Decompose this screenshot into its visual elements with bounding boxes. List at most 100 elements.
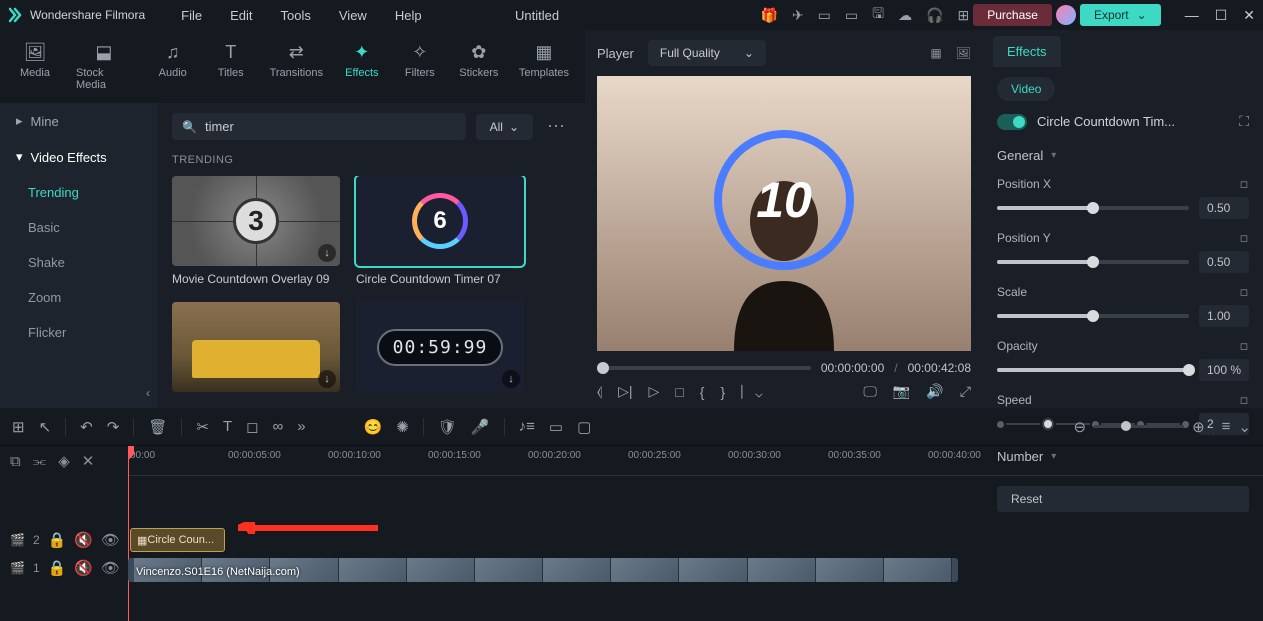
tab-stickers[interactable]: ✿Stickers xyxy=(453,38,505,95)
split-icon[interactable]: ✂ xyxy=(196,418,209,436)
maximize-button[interactable]: ☐ xyxy=(1215,7,1228,24)
keyframe-icon[interactable]: ◇ xyxy=(1236,284,1252,300)
text-tool-icon[interactable]: T xyxy=(223,418,232,435)
tab-audio[interactable]: ♫Audio xyxy=(148,38,198,95)
category-trending[interactable]: Trending xyxy=(12,175,158,210)
list-view-icon[interactable]: ≡ xyxy=(1222,418,1231,435)
gift-icon[interactable]: 🎁 xyxy=(761,7,778,24)
zoom-in-icon[interactable]: ⊕ xyxy=(1192,418,1205,436)
scrub-bar[interactable] xyxy=(597,366,811,370)
delete-icon[interactable]: 🗑 xyxy=(148,418,167,436)
stop-icon[interactable]: □ xyxy=(675,384,683,400)
menu-file[interactable]: File xyxy=(169,4,214,27)
effect-thumbnail[interactable]: 00:59:99 ↓ xyxy=(356,302,524,392)
category-flicker[interactable]: Flicker xyxy=(12,315,158,350)
record-pane-icon[interactable]: ▭ xyxy=(549,418,563,436)
download-icon[interactable]: ↓ xyxy=(318,370,336,388)
effect-card[interactable]: ◆ 3 ↓ Movie Countdown Overlay 09 xyxy=(172,176,340,286)
play-icon[interactable]: ▷ xyxy=(649,383,660,400)
search-box[interactable]: 🔍 xyxy=(172,113,466,140)
more-options[interactable]: ⋯ xyxy=(543,116,571,137)
keyframe-icon[interactable]: ◇ xyxy=(1236,176,1252,192)
redo-icon[interactable]: ↷ xyxy=(107,418,120,436)
mark-out-icon[interactable]: } xyxy=(720,384,725,400)
position-y-value[interactable]: 0.50 xyxy=(1199,251,1249,273)
keyframe-icon[interactable]: ◇ xyxy=(1236,230,1252,246)
apps-icon[interactable]: ⊞ xyxy=(958,7,970,24)
add-track-icon[interactable]: ⊞ xyxy=(12,418,25,436)
scale-value[interactable]: 1.00 xyxy=(1199,305,1249,327)
category-zoom[interactable]: Zoom xyxy=(12,280,158,315)
position-x-value[interactable]: 0.50 xyxy=(1199,197,1249,219)
magnet-icon[interactable]: ⧉ xyxy=(10,453,21,470)
download-icon[interactable]: ↓ xyxy=(318,244,336,262)
snapshot-icon[interactable]: 🖼 xyxy=(956,46,971,60)
video-preview[interactable]: 10 xyxy=(597,76,971,351)
close-button[interactable]: ✕ xyxy=(1243,7,1255,24)
marker-icon[interactable]: ▢ xyxy=(577,418,591,436)
effect-card[interactable]: 6 Circle Countdown Timer 07 xyxy=(356,176,524,286)
tab-effects[interactable]: ✦Effects xyxy=(337,38,387,95)
play-backward-icon[interactable]: ▷| xyxy=(618,383,632,400)
sidebar-video-effects[interactable]: ▾Video Effects xyxy=(0,139,158,175)
fullscreen-icon[interactable]: ⤢ xyxy=(960,383,971,400)
visibility-icon[interactable]: 👁 xyxy=(101,559,120,577)
camera-icon[interactable]: 📷 xyxy=(893,383,910,400)
effect-enable-toggle[interactable] xyxy=(997,114,1027,130)
user-avatar[interactable] xyxy=(1056,5,1076,25)
effect-card[interactable]: 00:59:99 ↓ xyxy=(356,302,524,392)
video-track[interactable]: Vincenzo.S01E16 (NetNaija.com) xyxy=(128,556,1263,590)
effect-thumbnail[interactable]: ◆ 3 ↓ xyxy=(172,176,340,266)
opacity-slider[interactable] xyxy=(997,368,1189,372)
enhance-icon[interactable]: ✺ xyxy=(396,418,409,436)
mute-icon[interactable]: 🔇 xyxy=(74,531,93,549)
more-tools-icon[interactable]: » xyxy=(297,418,305,435)
position-x-slider[interactable] xyxy=(997,206,1189,210)
expand-icon[interactable]: ⛶ xyxy=(1239,113,1249,130)
crop-icon[interactable]: ◻ xyxy=(246,418,258,436)
audio-mix-icon[interactable]: ♪≡ xyxy=(519,418,535,435)
tab-templates[interactable]: ▦Templates xyxy=(513,38,575,95)
send-icon[interactable]: ✈ xyxy=(792,7,804,24)
video-clip[interactable]: Vincenzo.S01E16 (NetNaija.com) xyxy=(128,558,958,582)
position-y-slider[interactable] xyxy=(997,260,1189,264)
ripple-icon[interactable]: ✕ xyxy=(82,452,95,470)
effect-card[interactable]: ↓ xyxy=(172,302,340,392)
menu-tools[interactable]: Tools xyxy=(269,4,323,27)
sub-tab-video[interactable]: Video xyxy=(997,77,1055,101)
download-icon[interactable]: ↓ xyxy=(502,370,520,388)
shield-icon[interactable]: 🛡 xyxy=(438,418,457,436)
select-tool-icon[interactable]: ↖ xyxy=(39,418,52,436)
undo-icon[interactable]: ↶ xyxy=(80,418,93,436)
settings-dropdown-icon[interactable]: ⌄ xyxy=(1238,418,1251,436)
lock-icon[interactable]: 🔒 xyxy=(48,559,67,577)
zoom-out-icon[interactable]: ⊖ xyxy=(1074,418,1087,436)
tab-media[interactable]: 🖼Media xyxy=(10,38,60,95)
volume-icon[interactable]: 🔊 xyxy=(926,383,943,400)
category-basic[interactable]: Basic xyxy=(12,210,158,245)
keyframe-icon[interactable]: ◇ xyxy=(1236,392,1252,408)
compare-view-icon[interactable]: ▦ xyxy=(930,46,941,60)
cloud-icon[interactable]: ☁ xyxy=(898,7,912,24)
visibility-icon[interactable]: 👁 xyxy=(101,531,120,549)
mic-icon[interactable]: 🎤 xyxy=(471,418,490,436)
message-icon[interactable]: ▭ xyxy=(818,7,831,24)
section-general[interactable]: General▾ xyxy=(983,140,1263,171)
marker-tool-icon[interactable]: ◈ xyxy=(58,452,70,470)
effect-thumbnail[interactable]: 6 xyxy=(356,176,524,266)
save-icon[interactable]: 🖫 xyxy=(872,3,884,27)
scrub-handle[interactable] xyxy=(597,362,609,374)
timeline-ruler[interactable]: 00:00 00:00:05:00 00:00:10:00 00:00:15:0… xyxy=(128,446,1263,476)
zoom-slider[interactable] xyxy=(1094,425,1184,428)
export-button[interactable]: Export⌄ xyxy=(1080,4,1161,26)
link-tracks-icon[interactable]: ⫘ xyxy=(33,453,47,470)
minimize-button[interactable]: — xyxy=(1185,7,1199,24)
sidebar-collapse[interactable]: ‹ xyxy=(0,378,158,408)
tab-filters[interactable]: ✧Filters xyxy=(395,38,445,95)
effect-track[interactable]: ▦ Circle Coun... xyxy=(128,526,1263,554)
support-icon[interactable]: 🎧 xyxy=(926,7,943,24)
sidebar-mine[interactable]: ▸Mine xyxy=(0,103,158,139)
search-input[interactable] xyxy=(205,119,456,134)
effect-clip[interactable]: ▦ Circle Coun... xyxy=(130,528,225,552)
keyframe-icon[interactable]: ◇ xyxy=(1236,338,1252,354)
